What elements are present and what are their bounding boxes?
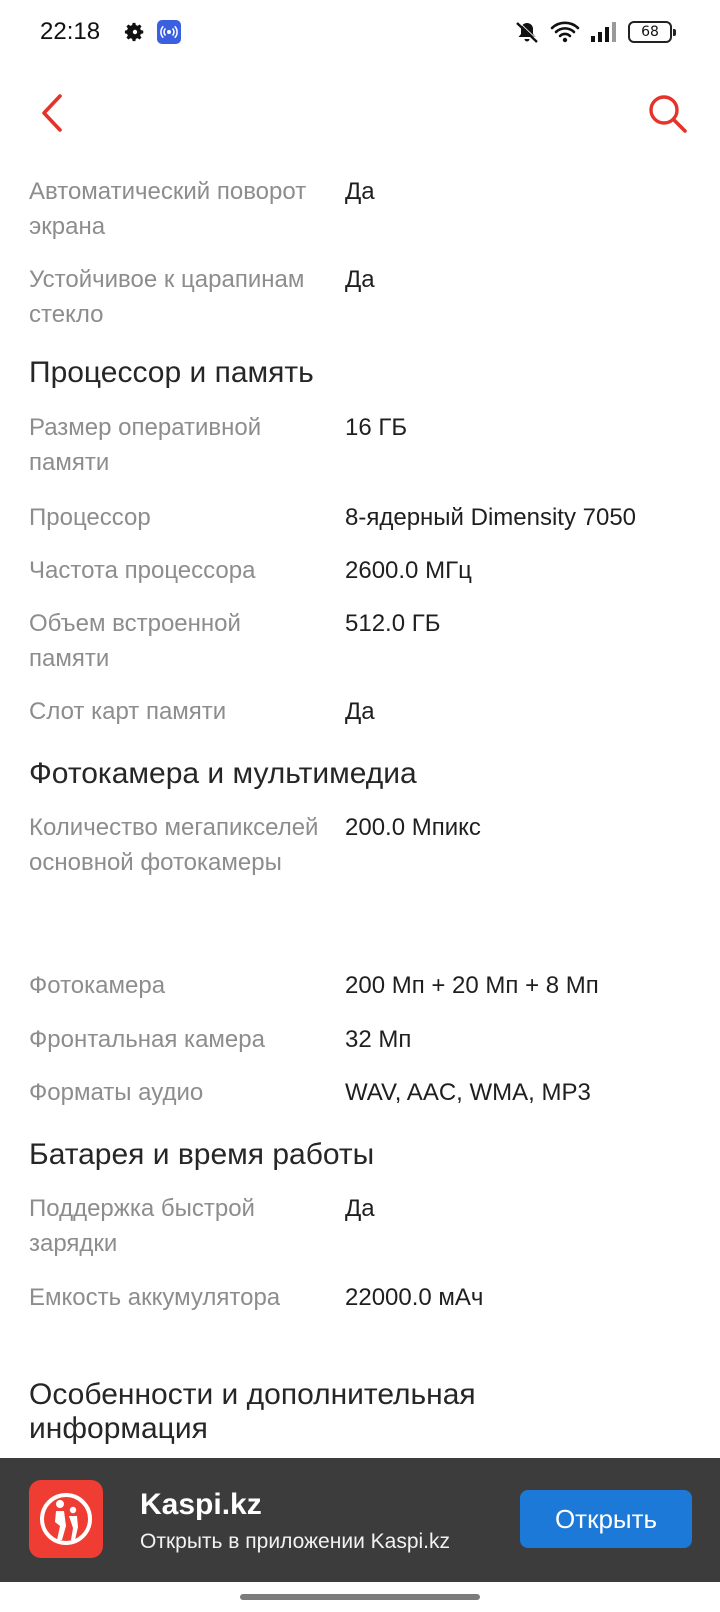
status-bar: 22:18 68: [0, 0, 720, 66]
spec-value: 22000.0 мАч: [345, 1284, 484, 1311]
spec-label: Емкость аккумулятора: [29, 1284, 281, 1311]
gesture-bar: [0, 1582, 720, 1612]
spec-label: Форматы аудио: [29, 1079, 204, 1106]
signal-icon: [591, 22, 616, 42]
spec-label: Устойчивое к царапинам стекло: [29, 266, 305, 328]
spec-value: Да: [345, 266, 375, 293]
spec-value: Да: [345, 1195, 375, 1222]
spec-label: Фотокамера: [29, 972, 166, 999]
mute-icon: [516, 21, 539, 43]
open-app-button[interactable]: Открыть: [520, 1490, 692, 1548]
nfc-cast-icon: [157, 20, 181, 44]
gear-icon: [124, 22, 144, 42]
search-icon[interactable]: [646, 92, 690, 136]
section-title: Батарея и время работы: [29, 1138, 375, 1171]
kaspi-logo: [29, 1480, 103, 1558]
spec-value: Да: [345, 178, 375, 205]
app-banner: Kaspi.kz Открыть в приложении Kaspi.kz О…: [0, 1458, 720, 1582]
spec-value: Да: [345, 698, 375, 725]
spec-label: Автоматический поворот экрана: [29, 178, 307, 240]
toolbar: [0, 80, 720, 144]
spec-label: Объем встроенной памяти: [29, 610, 241, 672]
spec-value: WAV, AAC, WMA, MP3: [345, 1079, 591, 1106]
battery-indicator: 68: [628, 21, 676, 43]
status-icons: 68: [514, 18, 676, 46]
spec-label: Слот карт памяти: [29, 698, 227, 725]
spec-value: 2600.0 МГц: [345, 557, 472, 584]
banner-subtitle: Открыть в приложении Kaspi.kz: [140, 1530, 450, 1553]
spec-label: Частота процессора: [29, 557, 256, 584]
spec-label: Размер оперативной памяти: [29, 414, 262, 476]
spec-value: 16 ГБ: [345, 414, 408, 441]
kaspi-logo-icon: [40, 1493, 92, 1545]
spec-label: Процессор: [29, 504, 151, 531]
spec-label: Фронтальная камера: [29, 1026, 265, 1053]
wifi-icon: [550, 21, 580, 43]
spec-label: Поддержка быстрой зарядки: [29, 1195, 255, 1257]
spec-value: 200 Мп + 20 Мп + 8 Мп: [345, 972, 599, 999]
section-title: Фотокамера и мультимедиа: [29, 757, 417, 790]
spec-label: Количество мегапикселей основной фотокам…: [29, 814, 319, 876]
chevron-left-icon[interactable]: [30, 90, 74, 136]
section-title: Особенности и дополнительная информация: [29, 1378, 476, 1445]
banner-title: Kaspi.kz: [140, 1488, 262, 1521]
spec-value: 512.0 ГБ: [345, 610, 441, 637]
spec-value: 200.0 Мпикс: [345, 814, 481, 841]
status-time: 22:18: [40, 18, 101, 45]
spec-value: 8-ядерный Dimensity 7050: [345, 504, 637, 531]
spec-value: 32 Мп: [345, 1026, 412, 1053]
section-title: Процессор и память: [29, 356, 314, 389]
home-indicator[interactable]: [240, 1594, 480, 1600]
